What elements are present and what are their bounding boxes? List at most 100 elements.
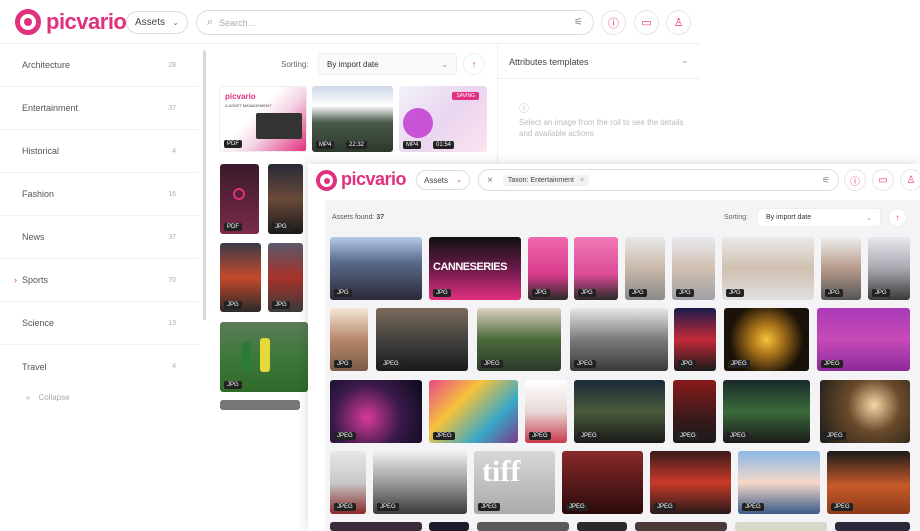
asset-thumb[interactable]: JPEG [373, 451, 467, 514]
clear-search-icon[interactable]: × [487, 175, 493, 186]
asset-thumb-partial[interactable] [635, 522, 727, 531]
search-bar[interactable]: × Taxon: Entertainment × ⚟ [478, 169, 839, 191]
asset-thumb-team[interactable]: JPG [220, 243, 261, 312]
attributes-title: Attributes templates [509, 57, 589, 67]
asset-thumb[interactable]: JPG [672, 237, 715, 300]
user-button[interactable]: ♙ [666, 10, 691, 35]
category-label: News [22, 232, 45, 242]
asset-thumb[interactable]: JPEG [738, 451, 820, 514]
inbox-button[interactable]: ▭ [872, 169, 894, 191]
play-button-icon[interactable] [403, 108, 433, 138]
sorting-select[interactable]: By import date ⌄ [757, 208, 881, 227]
sidebar-item-fashion[interactable]: Fashion 16 [0, 173, 198, 216]
sidebar-item-travel[interactable]: Travel 4 [0, 345, 198, 388]
asset-thumb-partial[interactable] [330, 522, 422, 531]
filetype-badge: JPG [825, 289, 843, 297]
sort-direction-button[interactable]: ↑ [463, 53, 485, 75]
user-button[interactable]: ♙ [900, 169, 920, 191]
filetype-badge: MP4 [403, 141, 422, 149]
filetype-badge: JPEG [824, 432, 846, 440]
asset-thumb[interactable]: JPEG [477, 308, 561, 371]
asset-thumb-video-2[interactable]: SAVING MP4 01:54 [399, 86, 487, 152]
asset-thumb[interactable]: JPEG [673, 380, 716, 443]
assets-dropdown[interactable]: Assets ⌄ [416, 170, 470, 190]
assets-dropdown[interactable]: Assets ⌄ [126, 11, 188, 34]
sorting-select[interactable]: By import date ⌄ [318, 53, 457, 75]
promo-subtitle: & ASSET MANAGEMENT [225, 103, 272, 108]
asset-thumb-basketball[interactable]: JPG [268, 164, 303, 234]
chevron-down-icon[interactable]: ⌄ [681, 55, 689, 66]
asset-thumb-soccer[interactable]: JPG [220, 322, 308, 392]
asset-thumb[interactable]: JPG [574, 237, 618, 300]
asset-thumb-tiff[interactable]: tiff JPEG [474, 451, 555, 514]
category-label: Science [22, 318, 55, 328]
asset-thumb-partial[interactable] [477, 522, 569, 531]
asset-thumb[interactable]: JPG [625, 237, 665, 300]
sidebar-item-entertainment[interactable]: Entertainment 37 [0, 87, 198, 130]
asset-thumb-partial[interactable] [220, 400, 300, 410]
remove-tag-icon[interactable]: × [580, 177, 584, 184]
filter-sliders-icon[interactable]: ⚟ [822, 175, 830, 186]
user-icon: ♙ [906, 174, 916, 186]
sort-direction-button[interactable]: ↑ [888, 208, 907, 227]
asset-thumb[interactable]: JPEG [574, 380, 665, 443]
category-sidebar: Architecture 28 Entertainment 37 Historica… [0, 44, 200, 410]
filetype-badge: MP4 [316, 141, 335, 149]
asset-thumb[interactable]: JPEG [827, 451, 910, 514]
filetype-badge: JPG [224, 301, 242, 309]
asset-thumb-pdf-2[interactable]: PDF [220, 164, 259, 234]
asset-thumb[interactable]: JPEG [525, 380, 567, 443]
asset-thumb[interactable]: JPEG [562, 451, 643, 514]
collapse-button[interactable]: « Collapse [26, 393, 70, 402]
asset-thumb-promo-pdf[interactable]: picvario & ASSET MANAGEMENT PDF [219, 86, 307, 152]
search-bar[interactable]: ⌕ Search... ⚟ [196, 10, 594, 35]
inbox-button[interactable]: ▭ [634, 10, 659, 35]
asset-thumb[interactable]: JPG [722, 237, 814, 300]
asset-thumb[interactable]: JPG [528, 237, 568, 300]
sidebar-item-historical[interactable]: Historical 4 [0, 130, 198, 173]
sidebar-item-science[interactable]: Science 13 [0, 302, 198, 345]
asset-thumb-video-1[interactable]: MP4 22:32 [312, 86, 393, 152]
asset-thumb[interactable]: JPG [868, 237, 910, 300]
filetype-badge: PDF [224, 140, 242, 148]
asset-thumb-player[interactable]: JPG [268, 243, 303, 312]
asset-thumb[interactable]: JPEG [817, 308, 910, 371]
asset-thumb[interactable]: JPEG [820, 380, 910, 443]
filter-tag[interactable]: Taxon: Entertainment × [502, 174, 590, 186]
asset-thumb[interactable]: JPG [674, 308, 716, 371]
asset-thumb[interactable]: JPEG [330, 380, 422, 443]
assets-dropdown-label: Assets [424, 175, 449, 185]
asset-thumb[interactable]: JPG [330, 308, 368, 371]
asset-thumb[interactable]: JPEG [429, 380, 518, 443]
search-input[interactable]: Search... [219, 18, 574, 28]
asset-thumb[interactable]: JPG [330, 237, 422, 300]
asset-thumb-partial[interactable] [835, 522, 910, 531]
sidebar-scrollbar[interactable] [203, 50, 206, 320]
double-chevron-left-icon: « [26, 393, 31, 402]
filetype-badge: JPG [678, 360, 696, 368]
arrow-up-icon: ↑ [471, 59, 477, 69]
asset-thumb[interactable]: JPEG [650, 451, 731, 514]
info-button[interactable]: ⓘ [601, 10, 626, 35]
asset-thumb-partial[interactable] [577, 522, 627, 531]
sidebar-item-architecture[interactable]: Architecture 28 [0, 44, 198, 87]
sidebar-item-sports[interactable]: › Sports 70 [0, 259, 198, 302]
filetype-badge: JPEG [433, 432, 455, 440]
asset-thumb[interactable]: JPG [821, 237, 861, 300]
category-count: 70 [168, 276, 176, 284]
logo-icon [15, 9, 41, 35]
inbox-icon: ▭ [878, 174, 888, 186]
asset-thumb[interactable]: JPEG [330, 451, 366, 514]
asset-thumb-partial[interactable] [429, 522, 469, 531]
asset-thumb[interactable]: JPEG [724, 308, 809, 371]
asset-thumb[interactable]: JPEG [570, 308, 668, 371]
asset-thumb-partial[interactable] [735, 522, 827, 531]
sidebar-item-news[interactable]: News 37 [0, 216, 198, 259]
asset-thumb-canneseries[interactable]: CANNESERIES JPG [429, 237, 521, 300]
category-label: Travel [22, 361, 47, 372]
asset-thumb[interactable]: JPEG [376, 308, 468, 371]
category-count: 4 [172, 363, 176, 370]
filter-sliders-icon[interactable]: ⚟ [574, 17, 583, 28]
asset-thumb[interactable]: JPEG [723, 380, 810, 443]
info-button[interactable]: ⓘ [844, 169, 866, 191]
